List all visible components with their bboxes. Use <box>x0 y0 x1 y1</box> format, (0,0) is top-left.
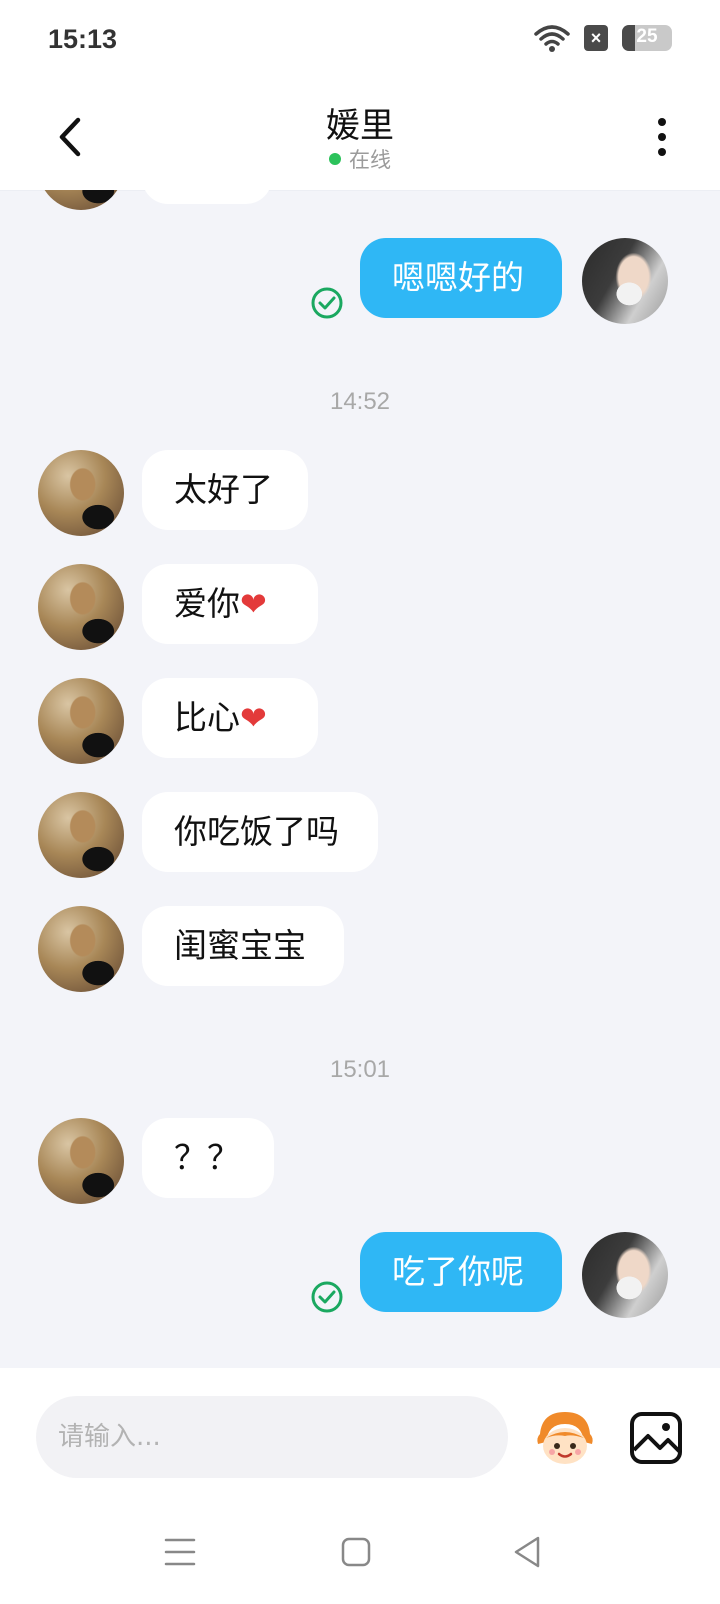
contact-avatar[interactable] <box>38 564 124 650</box>
online-dot <box>329 153 341 165</box>
status-bar: 15:13 × 25 <box>0 0 720 84</box>
battery-level: 25 <box>636 26 658 47</box>
battery-indicator: 25 <box>622 25 672 51</box>
message-bubble-outgoing: 吃了你呢 <box>360 1232 562 1312</box>
sticker-icon <box>537 1412 593 1464</box>
contact-avatar[interactable] <box>38 906 124 992</box>
contact-status: 在线 <box>0 144 720 174</box>
recent-apps-button[interactable] <box>158 1530 202 1574</box>
message-bubble-outgoing: 嗯嗯好的 <box>360 238 562 318</box>
message-bubble-incoming: 比心❤ <box>142 678 318 758</box>
nav-back-button[interactable] <box>506 1530 550 1574</box>
contact-avatar[interactable] <box>38 678 124 764</box>
my-avatar[interactable] <box>582 238 668 324</box>
more-options-button[interactable] <box>644 112 680 162</box>
sticker-button[interactable] <box>532 1404 598 1470</box>
contact-avatar[interactable] <box>38 190 124 210</box>
contact-name: 媛里 <box>326 106 394 146</box>
message-bubble-incoming: 闺蜜宝宝 <box>142 906 344 986</box>
home-icon <box>341 1537 371 1567</box>
system-nav-bar <box>0 1500 720 1604</box>
message-bubble-incoming: ？？ <box>142 1118 274 1198</box>
status-icons: × 25 <box>534 24 672 52</box>
message-bubble-incoming: 太好了 <box>142 450 308 530</box>
message-bubble-partial <box>142 190 272 204</box>
message-timestamp: 14:52 <box>329 388 391 415</box>
read-check-icon <box>311 1281 343 1313</box>
wifi-icon <box>534 25 570 52</box>
home-button[interactable] <box>334 1530 378 1574</box>
heart-emoji: ❤ <box>240 585 267 623</box>
message-text: 比心 <box>174 698 240 737</box>
contact-avatar[interactable] <box>38 450 124 536</box>
menu-icon <box>164 1538 196 1566</box>
message-timestamp: 15:01 <box>329 1056 391 1083</box>
read-check-icon <box>311 287 343 319</box>
no-sim-icon: × <box>584 25 608 51</box>
message-bubble-incoming: 爱你❤ <box>142 564 318 644</box>
contact-avatar[interactable] <box>38 1118 124 1204</box>
heart-emoji: ❤ <box>240 699 267 737</box>
chat-header: 媛里 在线 <box>0 84 720 191</box>
message-text: 爱你 <box>174 584 240 623</box>
my-avatar[interactable] <box>582 1232 668 1318</box>
message-input[interactable] <box>36 1396 508 1478</box>
image-icon <box>630 1412 682 1464</box>
contact-avatar[interactable] <box>38 792 124 878</box>
contact-status-text: 在线 <box>349 148 391 172</box>
image-button[interactable] <box>626 1408 686 1468</box>
more-icon <box>658 118 666 156</box>
back-triangle-icon <box>514 1536 540 1568</box>
status-time: 15:13 <box>48 24 118 54</box>
message-list[interactable]: 嗯嗯好的 14:52 太好了 爱你❤ 比心❤ 你吃饭了吗 闺蜜宝宝 15:01 … <box>0 190 720 1368</box>
message-bubble-incoming: 你吃饭了吗 <box>142 792 378 872</box>
